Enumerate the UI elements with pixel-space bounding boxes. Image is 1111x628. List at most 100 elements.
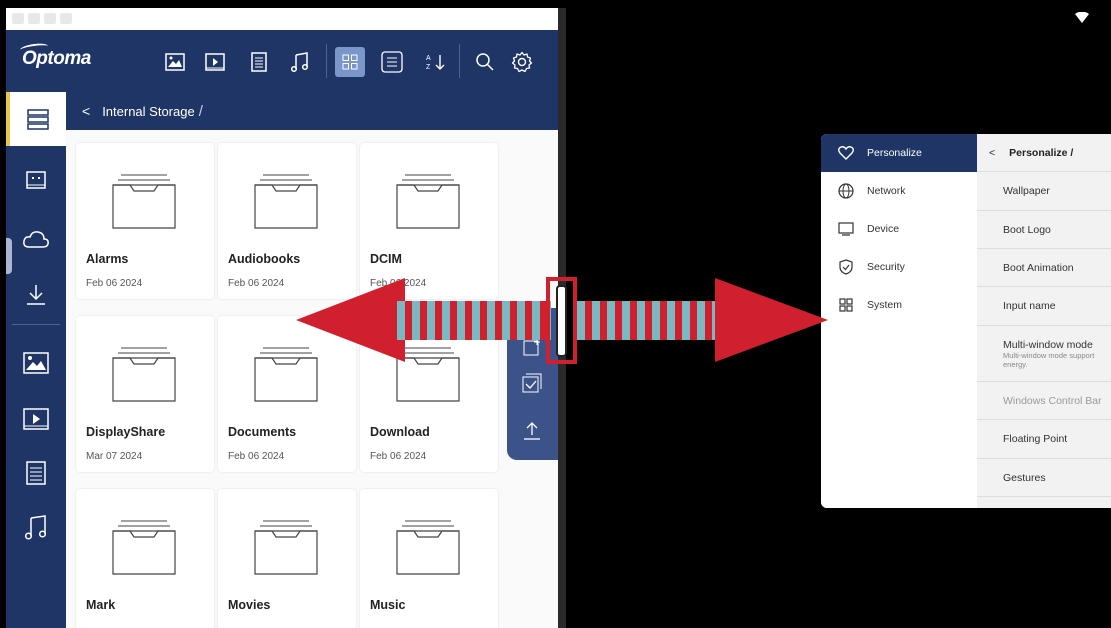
category-label: Device — [867, 223, 900, 235]
category-label: System — [867, 299, 903, 311]
folder-card[interactable]: Download Feb 06 2024 — [360, 316, 498, 472]
folder-name: Documents — [228, 425, 297, 439]
folder-date: Feb 06 2024 — [228, 451, 285, 462]
split-screen-divider[interactable] — [558, 8, 566, 628]
settings-header: < Personalize / — [977, 134, 1111, 172]
apps-grid-icon — [837, 296, 855, 314]
folder-name: Download — [370, 425, 430, 439]
folder-date: Feb 06 2024 — [86, 278, 143, 289]
settings-back-button[interactable]: < — [989, 147, 995, 159]
sidebar-expand-handle[interactable] — [6, 238, 12, 274]
sidebar — [6, 92, 66, 628]
svg-text:A: A — [426, 55, 431, 62]
option-boot-animation[interactable]: Boot Animation — [977, 249, 1111, 287]
split-screen-desktop: Optoma AZ < Internal Storage / Alarms Fe… — [0, 0, 1111, 628]
monitor-icon — [837, 220, 855, 238]
option-multi-window-mode[interactable]: Multi-window mode Multi-window mode supp… — [977, 326, 1111, 382]
folder-name: Movies — [228, 598, 271, 612]
upload-icon[interactable] — [521, 420, 543, 442]
settings-categories: Personalize Network Device Security Syst… — [821, 134, 977, 508]
folder-name: DCIM — [370, 252, 402, 266]
right-status-bar — [566, 8, 1111, 30]
folder-name: Mark — [86, 598, 116, 612]
new-folder-icon[interactable] — [521, 336, 543, 358]
folder-card[interactable]: Documents Feb 06 2024 — [218, 316, 356, 472]
folder-icon — [396, 347, 460, 402]
search-icon[interactable] — [472, 49, 498, 75]
document-filter-icon[interactable] — [246, 49, 272, 75]
option-boot-logo[interactable]: Boot Logo — [977, 211, 1111, 249]
svg-text:Z: Z — [426, 64, 431, 71]
status-bar — [6, 8, 558, 30]
folder-date: Feb 06 2024 — [228, 278, 285, 289]
music-filter-icon[interactable] — [287, 49, 313, 75]
folder-name: Audiobooks — [228, 252, 301, 266]
folder-date: Feb 06 2024 — [370, 451, 427, 462]
grid-view-icon[interactable] — [335, 47, 365, 77]
sidebar-item-images[interactable] — [6, 336, 66, 390]
arrow-shaft-right — [575, 301, 733, 340]
folder-icon — [254, 174, 318, 229]
settings-options: < Personalize / Wallpaper Boot Logo Boot… — [977, 134, 1111, 508]
folder-icon — [112, 347, 176, 402]
folder-card[interactable]: Alarms Feb 06 2024 — [76, 143, 214, 299]
sort-icon[interactable]: AZ — [423, 49, 449, 75]
image-filter-icon[interactable] — [162, 49, 188, 75]
folder-icon — [254, 520, 318, 575]
category-system[interactable]: System — [821, 286, 977, 324]
option-floating-point[interactable]: Floating Point — [977, 420, 1111, 459]
folder-date: Feb 06 2024 — [370, 278, 427, 289]
breadcrumb-separator: / — [198, 102, 203, 120]
right-arrow-head — [715, 278, 828, 362]
category-device[interactable]: Device — [821, 210, 977, 248]
folder-icon — [396, 174, 460, 229]
folder-card[interactable]: DCIM Feb 06 2024 — [360, 143, 498, 299]
settings-gear-icon[interactable] — [509, 49, 535, 75]
folder-date: Mar 07 2024 — [86, 451, 143, 462]
folder-grid: Alarms Feb 06 2024 Audiobooks Feb 06 202… — [66, 130, 558, 628]
folder-card[interactable]: Movies — [218, 489, 356, 628]
folder-name: Music — [370, 598, 406, 612]
floating-action-panel — [507, 308, 558, 460]
back-chevron-icon[interactable]: < — [82, 103, 90, 119]
category-label: Network — [867, 185, 906, 197]
folder-name: DisplayShare — [86, 425, 166, 439]
breadcrumb-location[interactable]: Internal Storage — [102, 104, 195, 119]
option-input-name[interactable]: Input name — [977, 287, 1111, 326]
settings-window: Personalize Network Device Security Syst… — [821, 134, 1111, 508]
folder-card[interactable]: Mark — [76, 489, 214, 628]
folder-icon — [254, 347, 318, 402]
app-header: Optoma AZ — [6, 30, 558, 92]
category-personalize[interactable]: Personalize — [821, 134, 977, 172]
category-label: Security — [867, 261, 905, 273]
folder-name: Alarms — [86, 252, 129, 266]
settings-title: Personalize / — [1009, 146, 1074, 159]
option-wallpaper[interactable]: Wallpaper — [977, 172, 1111, 211]
shield-icon — [837, 258, 855, 276]
multi-select-icon[interactable] — [521, 372, 543, 394]
folder-card[interactable]: Music — [360, 489, 498, 628]
heart-icon — [837, 144, 855, 162]
sidebar-item-download[interactable] — [6, 268, 66, 322]
category-security[interactable]: Security — [821, 248, 977, 286]
sidebar-item-cloud[interactable] — [6, 212, 66, 266]
folder-icon — [396, 520, 460, 575]
list-view-icon[interactable] — [379, 49, 405, 75]
option-gestures[interactable]: Gestures — [977, 459, 1111, 497]
breadcrumb: < Internal Storage / — [66, 92, 558, 130]
folder-icon — [112, 174, 176, 229]
video-filter-icon[interactable] — [202, 49, 228, 75]
sidebar-item-documents[interactable] — [6, 446, 66, 500]
option-windows-control-bar: Windows Control Bar — [977, 382, 1111, 420]
category-network[interactable]: Network — [821, 172, 977, 210]
category-label: Personalize — [867, 147, 922, 159]
sidebar-item-music[interactable] — [6, 500, 66, 554]
sidebar-item-storage[interactable] — [6, 92, 66, 146]
folder-card[interactable]: Audiobooks Feb 06 2024 — [218, 143, 356, 299]
folder-icon — [112, 520, 176, 575]
sidebar-item-device[interactable] — [6, 154, 66, 208]
sidebar-item-videos[interactable] — [6, 392, 66, 446]
globe-icon — [837, 182, 855, 200]
folder-card[interactable]: DisplayShare Mar 07 2024 — [76, 316, 214, 472]
file-manager-window: Optoma AZ < Internal Storage / Alarms Fe… — [6, 8, 558, 628]
